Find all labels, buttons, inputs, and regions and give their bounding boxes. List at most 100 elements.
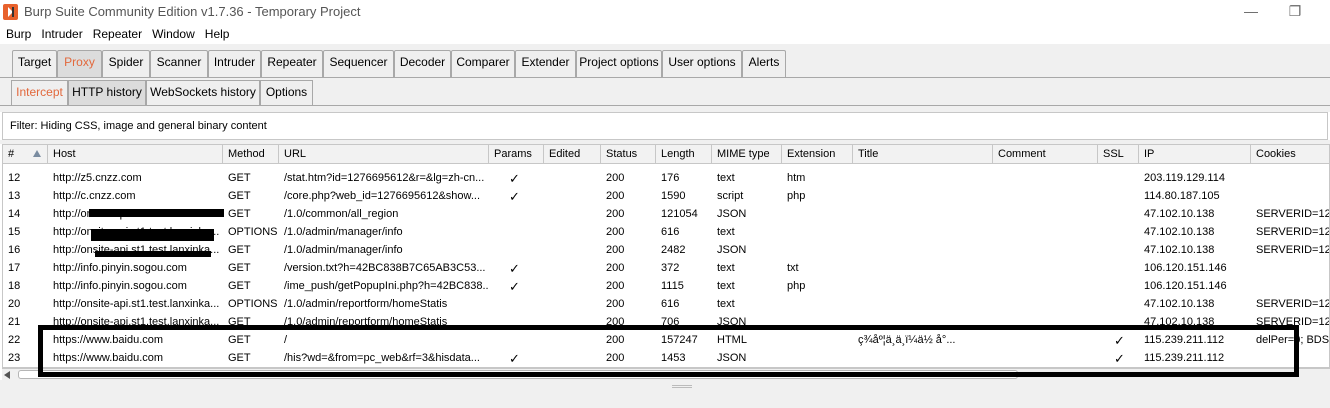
cell-cookies — [1251, 260, 1329, 278]
cell-status: 200 — [606, 352, 625, 364]
cell-url: /1.0/common/all_region — [284, 208, 399, 220]
cell-cookies: SERVERID=12a — [1256, 208, 1330, 220]
cell-url: /version.txt?h=42BC838B7C65AB3C53... — [284, 262, 486, 274]
cell-mime-type: text — [717, 280, 735, 292]
cell-number: 22 — [8, 334, 21, 346]
col-header-length[interactable]: Length — [656, 145, 712, 164]
tab-decoder[interactable]: Decoder — [394, 50, 451, 77]
proxy-sub-tab-bar: Intercept HTTP history WebSockets histor… — [0, 78, 1330, 106]
cell-host: https://www.baidu.com — [53, 334, 164, 346]
col-header-host[interactable]: Host — [48, 145, 223, 164]
cell-ip: 47.102.10.138 — [1144, 244, 1215, 256]
col-header-comment[interactable]: Comment — [993, 145, 1098, 164]
tab-spider[interactable]: Spider — [102, 50, 150, 77]
menu-help[interactable]: Help — [199, 24, 234, 44]
col-header-edited[interactable]: Edited — [544, 145, 601, 164]
cell-mime-type: JSON — [717, 244, 747, 256]
cell-params — [489, 332, 544, 350]
scrollbar-thumb[interactable] — [18, 370, 1018, 379]
horizontal-scrollbar[interactable] — [2, 368, 1330, 380]
cell-ip: 115.239.211.112 — [1144, 334, 1225, 346]
cell-method: GET — [228, 262, 251, 274]
col-header-method[interactable]: Method — [223, 145, 279, 164]
main-tab-bar: Target Proxy Spider Scanner Intruder Rep… — [0, 44, 1330, 78]
menu-repeater[interactable]: Repeater — [87, 24, 146, 44]
cell-params-checkmark-icon: ✓ — [509, 279, 520, 294]
cell-edited — [544, 224, 601, 242]
cell-ip: 114.80.187.105 — [1144, 190, 1220, 202]
minimize-button[interactable]: — — [1241, 2, 1261, 20]
col-header-title[interactable]: Title — [853, 145, 993, 164]
cell-edited — [544, 296, 601, 314]
cell-extension: php — [787, 280, 806, 292]
cell-length: 1590 — [661, 190, 686, 202]
cell-method: OPTIONS — [228, 226, 278, 238]
col-header-status[interactable]: Status — [601, 145, 656, 164]
cell-edited — [544, 260, 601, 278]
subtab-websockets-history[interactable]: WebSockets history — [146, 80, 260, 105]
cell-number: 16 — [8, 244, 21, 256]
col-header-extension[interactable]: Extension — [782, 145, 853, 164]
cell-ip: 47.102.10.138 — [1144, 298, 1215, 310]
table-row[interactable]: 18 http://info.pinyin.sogou.com GET/ime_pu… — [3, 278, 1329, 296]
tab-target[interactable]: Target — [12, 50, 57, 77]
cell-comment — [993, 296, 1098, 314]
col-header-url[interactable]: URL — [279, 145, 489, 164]
cell-ssl — [1098, 296, 1139, 314]
tab-proxy[interactable]: Proxy — [57, 50, 102, 77]
cell-length: 1115 — [661, 280, 684, 292]
col-header-number[interactable]: # — [3, 145, 48, 164]
cell-method: GET — [228, 280, 251, 292]
splitter-grip-icon[interactable] — [672, 385, 692, 388]
cell-url: /core.php?web_id=1276695612&show... — [284, 190, 481, 202]
tab-scanner[interactable]: Scanner — [150, 50, 208, 77]
filter-bar[interactable]: Filter: Hiding CSS, image and general bi… — [2, 112, 1328, 140]
subtab-options[interactable]: Options — [260, 80, 313, 105]
restore-button[interactable]: ❐ — [1285, 2, 1305, 20]
cell-method: GET — [228, 172, 251, 184]
cell-ip: 203.119.129.114 — [1144, 172, 1225, 184]
cell-title — [853, 296, 993, 314]
cell-length: 372 — [661, 262, 680, 274]
menu-window[interactable]: Window — [146, 24, 199, 44]
table-row[interactable]: 22 https://www.baidu.com GET / 200 157247 HTML… — [3, 332, 1329, 350]
col-header-params[interactable]: Params — [489, 145, 544, 164]
col-header-mime-type[interactable]: MIME type — [712, 145, 782, 164]
tab-alerts[interactable]: Alerts — [742, 50, 786, 77]
tab-intruder[interactable]: Intruder — [208, 50, 261, 77]
table-row[interactable]: 12 http://z5.cnzz.com GET/stat.htm?id=1276… — [3, 170, 1329, 188]
subtab-intercept[interactable]: Intercept — [11, 80, 68, 105]
cell-status: 200 — [606, 190, 625, 202]
col-header-ip[interactable]: IP — [1139, 145, 1251, 164]
cell-edited — [544, 170, 601, 188]
cell-edited — [544, 242, 601, 260]
menu-burp[interactable]: Burp — [0, 24, 35, 44]
tab-project-options[interactable]: Project options — [576, 50, 662, 77]
table-row[interactable]: 20 http://onsite-api.st1.test.lanxinka...… — [3, 296, 1329, 314]
tab-repeater[interactable]: Repeater — [261, 50, 323, 77]
cell-edited — [544, 332, 601, 350]
table-row[interactable]: 21 http://onsite-api.st1.test.lanxinka...… — [3, 314, 1329, 332]
cell-status: 200 — [606, 298, 625, 310]
table-row[interactable]: 23 https://www.baidu.com GET/his?wd=&from=… — [3, 350, 1329, 367]
menu-intruder[interactable]: Intruder — [35, 24, 86, 44]
cell-ip: 115.239.211.112 — [1144, 352, 1225, 364]
pane-splitter[interactable] — [0, 380, 1330, 408]
tab-extender[interactable]: Extender — [515, 50, 576, 77]
col-header-ssl[interactable]: SSL — [1098, 145, 1139, 164]
cell-ssl — [1098, 188, 1139, 206]
col-header-cookies[interactable]: Cookies — [1251, 145, 1329, 164]
tab-user-options[interactable]: User options — [662, 50, 742, 77]
scroll-left-arrow-icon[interactable] — [4, 371, 10, 379]
table-row[interactable]: 13 http://c.cnzz.com GET/core.php?web_id=1… — [3, 188, 1329, 206]
cell-host: http://onsite-api.st1.test.lanxinka... — [53, 298, 220, 310]
cell-extension — [782, 206, 853, 224]
cell-mime-type: HTML — [717, 334, 747, 346]
cell-edited — [544, 278, 601, 296]
subtab-http-history[interactable]: HTTP history — [68, 80, 146, 105]
tab-sequencer[interactable]: Sequencer — [323, 50, 394, 77]
cell-url: / — [284, 334, 288, 346]
cell-extension — [782, 314, 853, 332]
table-row[interactable]: 17 http://info.pinyin.sogou.com GET/versio… — [3, 260, 1329, 278]
tab-comparer[interactable]: Comparer — [451, 50, 515, 77]
